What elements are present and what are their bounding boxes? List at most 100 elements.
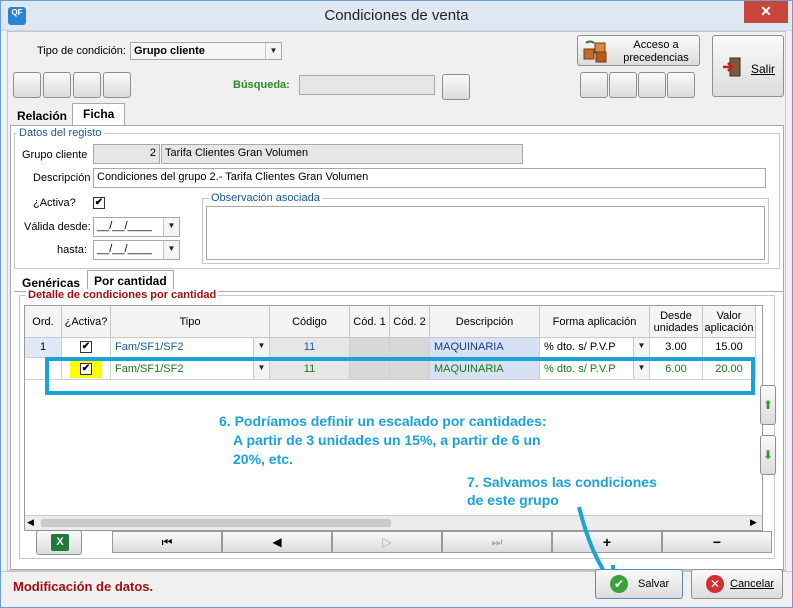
move-down-button[interactable]: ⬇ <box>760 435 776 475</box>
descripcion-label: Descripción <box>33 172 91 184</box>
column-header[interactable]: Tipo <box>111 306 270 338</box>
annotation-6-line3: 20%, etc. <box>233 451 293 467</box>
chevron-down-icon: ▼ <box>163 241 179 259</box>
toolbar-button-1[interactable] <box>13 72 41 98</box>
salir-label: Salir <box>751 62 776 76</box>
window-title: Condiciones de venta <box>324 7 469 24</box>
cell-ord: 1 <box>25 338 62 358</box>
date-placeholder: __/__/____ <box>97 220 153 232</box>
cancelar-label: Cancelar <box>730 578 775 590</box>
cell-codigo: 11 <box>270 338 350 358</box>
check-icon: ✔ <box>610 575 628 593</box>
column-header[interactable]: Desde unidades <box>650 306 703 338</box>
tipo-condicion-select[interactable]: Grupo cliente ▼ <box>130 42 282 60</box>
precedencias-label: precedencias <box>623 52 689 64</box>
annotation-6-line2: A partir de 3 unidades un 15%, a partir … <box>233 432 541 448</box>
column-header[interactable]: Descripción <box>430 306 540 338</box>
hasta-input[interactable]: __/__/____ ▼ <box>93 240 180 260</box>
activa-checkbox[interactable]: ✔ <box>93 197 105 209</box>
cell-desde[interactable]: 3.00 <box>650 338 703 358</box>
close-button[interactable]: ✕ <box>744 1 788 23</box>
tab-ficha[interactable]: Ficha <box>72 103 126 126</box>
busqueda-label: Búsqueda: <box>233 79 290 91</box>
cancelar-button[interactable]: ✕ Cancelar <box>691 569 783 599</box>
remove-record-button[interactable]: − <box>662 531 772 553</box>
toolbar-button-6[interactable] <box>609 72 637 98</box>
arrow-down-icon: ⬇ <box>763 448 774 462</box>
prev-record-button[interactable]: ◀ <box>222 531 332 553</box>
datos-registro-title: Datos del registo <box>17 127 104 139</box>
tab-relacion[interactable]: Relación <box>11 106 73 126</box>
column-header[interactable]: Cód. 2 <box>390 306 430 338</box>
move-up-button[interactable]: ⬆ <box>760 385 776 425</box>
window: QF Condiciones de venta ✕ Tipo de condic… <box>0 0 793 608</box>
toolbar-button-2[interactable] <box>43 72 71 98</box>
cell-descripcion: MAQUINARIA <box>430 338 540 358</box>
row-activa-checkbox[interactable]: ✔ <box>80 341 92 353</box>
salvar-button[interactable]: ✔ Salvar <box>595 569 683 599</box>
chevron-down-icon: ▼ <box>265 43 281 59</box>
toolbar-button-8[interactable] <box>667 72 695 98</box>
cell-cod2 <box>390 338 430 358</box>
arrow-up-icon: ⬆ <box>763 398 774 412</box>
valida-desde-input[interactable]: __/__/____ ▼ <box>93 217 180 237</box>
date-placeholder: __/__/____ <box>97 243 153 255</box>
column-header[interactable]: Valor aplicación <box>703 306 756 338</box>
column-header[interactable]: Ord. <box>25 306 62 338</box>
cell-activa: ✔ <box>62 338 111 358</box>
export-excel-button[interactable]: X <box>36 530 82 555</box>
annotation-6-line1: 6. Podríamos definir un escalado por can… <box>219 413 547 429</box>
column-header[interactable]: Cód. 1 <box>350 306 390 338</box>
next-record-button[interactable]: ▷ <box>332 531 442 553</box>
exit-door-icon <box>722 56 742 78</box>
cell-forma[interactable]: % dto. s/ P.V.P ▼ <box>540 338 650 358</box>
scroll-right-icon[interactable]: ▶ <box>750 517 757 528</box>
grupo-cliente-code: 2 <box>93 144 160 164</box>
cell-tipo-value: Fam/SF1/SF2 <box>115 341 184 353</box>
activa-label: ¿Activa? <box>33 197 76 209</box>
acceso-precedencias-button[interactable]: Acceso a precedencias <box>577 35 700 66</box>
annotation-7-line1: 7. Salvamos las condiciones <box>467 474 657 490</box>
main-panel: Tipo de condición: Grupo cliente ▼ Acces… <box>7 31 786 571</box>
chevron-down-icon: ▼ <box>253 338 269 357</box>
column-header[interactable]: Forma aplicación <box>540 306 650 338</box>
toolbar-button-3[interactable] <box>73 72 101 98</box>
status-text: Modificación de datos. <box>13 579 154 594</box>
chevron-down-icon: ▼ <box>633 338 649 357</box>
toolbar-button-5[interactable] <box>580 72 608 98</box>
annotation-highlight-box <box>45 357 755 395</box>
observacion-title: Observación asociada <box>209 192 322 204</box>
observacion-textarea[interactable] <box>206 206 765 260</box>
column-header[interactable]: Código <box>270 306 350 338</box>
scroll-left-icon[interactable]: ◀ <box>27 517 34 528</box>
acceso-label: Acceso a <box>633 39 679 51</box>
descripcion-input[interactable]: Condiciones del grupo 2.- Tarifa Cliente… <box>93 168 766 188</box>
blocks-icon <box>582 39 610 63</box>
cell-tipo[interactable]: Fam/SF1/SF2 ▼ <box>111 338 270 358</box>
cell-cod1 <box>350 338 390 358</box>
hasta-label: hasta: <box>57 244 87 256</box>
horizontal-scrollbar[interactable]: ◀ ▶ <box>25 515 762 530</box>
tipo-condicion-label: Tipo de condición: <box>37 45 126 57</box>
detalle-title: Detalle de condiciones por cantidad <box>26 289 219 301</box>
busqueda-input[interactable] <box>299 75 435 95</box>
annotation-7-line2: de este grupo <box>467 492 559 508</box>
cell-forma-value: % dto. s/ P.V.P <box>544 341 616 353</box>
grupo-cliente-label: Grupo cliente <box>22 149 88 161</box>
scrollbar-thumb[interactable] <box>41 519 391 527</box>
title-bar: QF Condiciones de venta ✕ <box>1 1 792 31</box>
last-record-button[interactable]: ⏭ <box>442 531 552 553</box>
cell-valor[interactable]: 15.00 <box>703 338 756 358</box>
busqueda-button[interactable] <box>442 74 470 100</box>
chevron-down-icon: ▼ <box>163 218 179 236</box>
toolbar-button-4[interactable] <box>103 72 131 98</box>
first-record-button[interactable]: ⏮ <box>112 531 222 553</box>
salvar-label: Salvar <box>638 578 670 590</box>
column-header[interactable]: ¿Activa? <box>62 306 111 338</box>
tipo-condicion-value: Grupo cliente <box>134 45 205 57</box>
toolbar-button-7[interactable] <box>638 72 666 98</box>
salir-button[interactable]: Salir <box>712 35 784 97</box>
cancel-icon: ✕ <box>706 575 724 593</box>
valida-desde-label: Válida desde: <box>24 221 91 233</box>
grupo-cliente-name: Tarifa Clientes Gran Volumen <box>161 144 523 164</box>
